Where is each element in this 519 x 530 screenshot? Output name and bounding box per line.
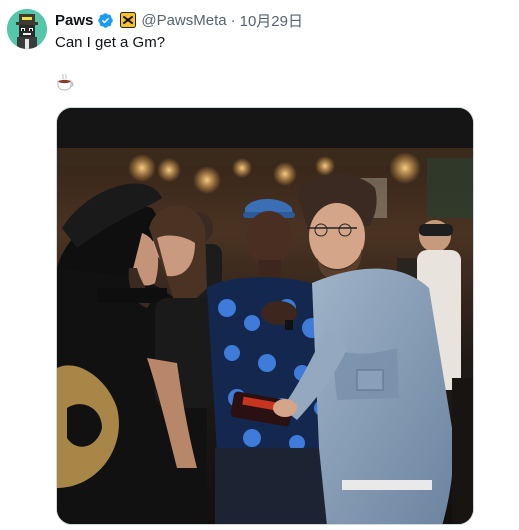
- avatar[interactable]: [7, 9, 47, 49]
- tweet-text: Can I get a Gm?: [55, 34, 166, 51]
- verified-badge-icon[interactable]: [97, 12, 114, 29]
- tweet-date[interactable]: 10月29日: [240, 10, 303, 31]
- coffee-cup-icon: [55, 72, 75, 92]
- event-photo: [57, 108, 473, 524]
- tweet[interactable]: Paws @PawsMeta · 10月29日 Can I get a Gm?: [0, 0, 519, 530]
- author-display-name[interactable]: Paws: [55, 12, 93, 29]
- author-handle[interactable]: @PawsMeta: [141, 12, 226, 29]
- tweet-header: Paws @PawsMeta · 10月29日: [55, 10, 303, 30]
- tweet-photo[interactable]: [56, 107, 474, 525]
- header-separator: ·: [230, 11, 236, 29]
- pixel-character-avatar-icon: [7, 9, 47, 49]
- affiliate-badge-icon[interactable]: [120, 12, 137, 28]
